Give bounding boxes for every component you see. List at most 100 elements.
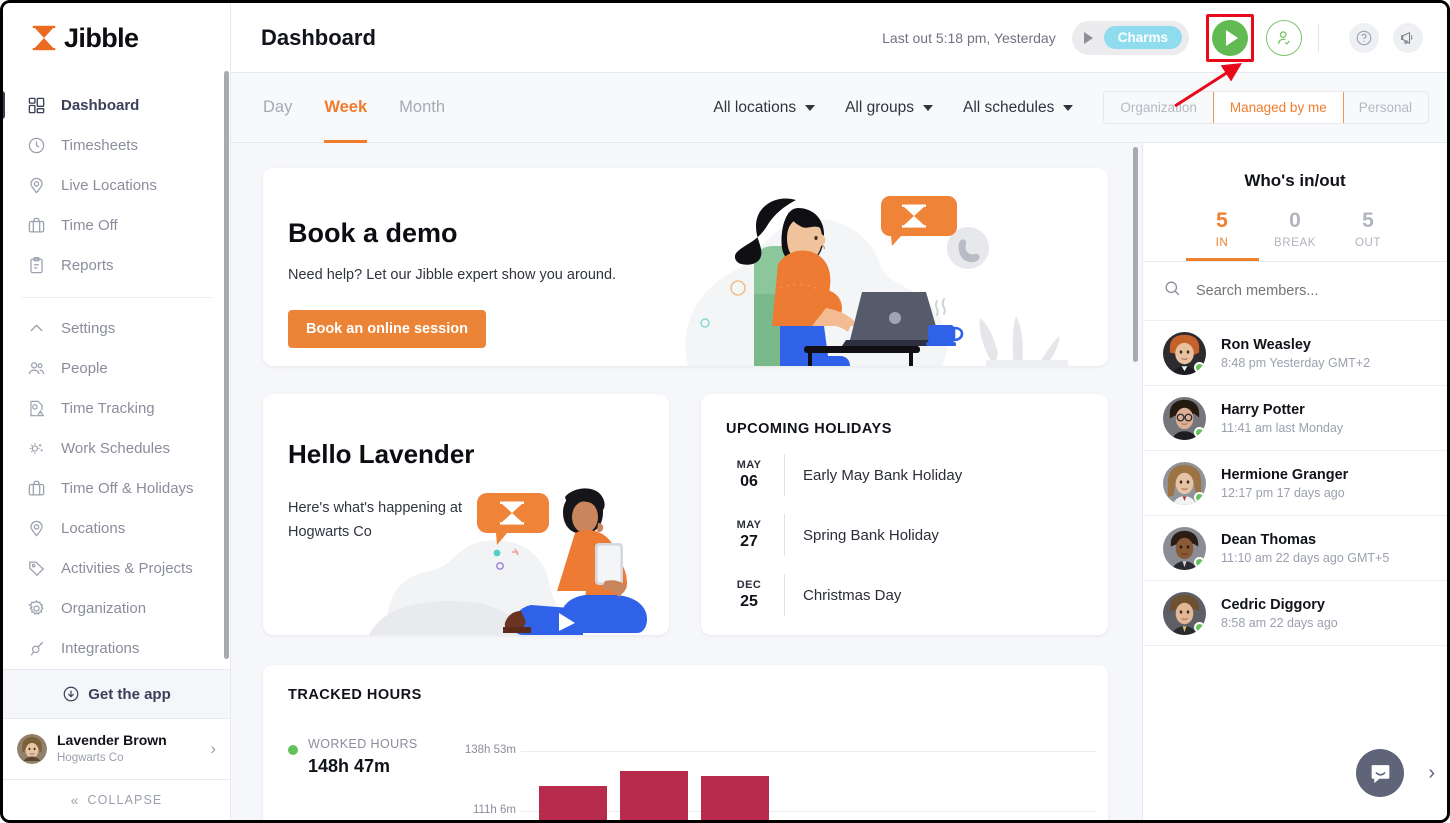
demo-illustration [685, 196, 1068, 366]
schedule-icon [25, 437, 47, 459]
play-icon [1226, 29, 1238, 46]
activity-chip-label: Charms [1103, 26, 1182, 49]
holidays-title: UPCOMING HOLIDAYS [726, 421, 892, 437]
sidebar-item-locations[interactable]: Locations [3, 508, 230, 548]
holiday-name: Early May Bank Holiday [803, 466, 963, 484]
chart-bar[interactable] [620, 771, 688, 820]
whos-in-out-title: Who's in/out [1244, 171, 1346, 190]
sidebar-item-label: Integrations [61, 639, 140, 657]
sidebar-item-reports[interactable]: Reports [3, 245, 230, 285]
main-content: Book a demo Need help? Let our Jibble ex… [231, 143, 1142, 820]
whos-in-out-tabs: 5 IN 0 BREAK 5 OUT [1143, 209, 1447, 261]
user-org: Hogwarts Co [57, 751, 124, 764]
activity-selector[interactable]: Charms [1071, 20, 1189, 55]
holiday-date: DEC 25 [726, 579, 772, 611]
megaphone-icon [1401, 31, 1413, 44]
tracked-hours-card: TRACKED HOURS WORKED HOURS 148h 47m 138h… [263, 665, 1108, 820]
pin-icon [25, 517, 47, 539]
sidebar-item-timesheets[interactable]: Timesheets [3, 125, 230, 165]
panel-expand-chevron-icon[interactable]: › [1428, 762, 1435, 785]
sidebar-scrollbar[interactable] [224, 71, 229, 659]
sidebar-item-people[interactable]: People [3, 348, 230, 388]
collapse-sidebar-button[interactable]: « COLLAPSE [3, 779, 230, 820]
main-scrollbar[interactable] [1133, 147, 1138, 362]
sidebar: Jibble Dashboard Timesheets Live Locatio… [3, 3, 231, 820]
locations-dropdown[interactable]: All locations [713, 99, 816, 117]
app-window: Jibble Dashboard Timesheets Live Locatio… [0, 0, 1450, 823]
sidebar-item-label: Timesheets [61, 136, 138, 154]
member-name: Ron Weasley [1221, 336, 1311, 353]
holiday-row: MAY 06 Early May Bank Holiday [726, 454, 962, 496]
chevron-down-icon [923, 104, 934, 111]
tracked-hours-chart: 138h 53m 111h 6m [446, 725, 1096, 820]
groups-dropdown-label: All groups [845, 98, 915, 116]
sidebar-item-activities-projects[interactable]: Activities & Projects [3, 548, 230, 588]
tracked-hours-legend: WORKED HOURS 148h 47m [288, 737, 418, 777]
scope-managed-by-me[interactable]: Managed by me [1212, 92, 1344, 123]
sidebar-user-profile[interactable]: Lavender Brown Hogwarts Co › [3, 718, 230, 779]
member-time: 8:48 pm Yesterday GMT+2 [1221, 355, 1371, 370]
pin-icon [25, 174, 47, 196]
sidebar-item-work-schedules[interactable]: Work Schedules [3, 428, 230, 468]
gear-icon [25, 597, 47, 619]
list-item[interactable]: Cedric Diggory 8:58 am 22 days ago [1143, 581, 1447, 646]
chart-bar[interactable] [701, 776, 769, 820]
sidebar-item-integrations[interactable]: Integrations [3, 628, 230, 668]
groups-dropdown[interactable]: All groups [845, 98, 934, 117]
tab-in[interactable]: 5 IN [1185, 209, 1259, 261]
tag-icon [25, 557, 47, 579]
tab-month[interactable]: Month [399, 73, 445, 143]
demo-title: Book a demo [288, 218, 458, 248]
holiday-divider [784, 514, 785, 556]
brand-name: Jibble [64, 22, 139, 53]
chevron-double-left-icon: « [70, 792, 80, 808]
scope-organization[interactable]: Organization [1104, 92, 1214, 123]
chevron-down-icon [1063, 104, 1074, 111]
get-the-app-button[interactable]: Get the app [3, 669, 230, 718]
search-input[interactable] [1196, 283, 1416, 299]
sidebar-item-organization[interactable]: Organization [3, 588, 230, 628]
sidebar-item-settings[interactable]: Settings [3, 308, 230, 348]
chat-widget-button[interactable] [1356, 749, 1404, 797]
filter-bar: Day Week Month All locations All groups … [231, 73, 1447, 143]
out-count: 5 [1362, 209, 1374, 232]
book-online-session-button[interactable]: Book an online session [288, 310, 486, 348]
schedules-dropdown[interactable]: All schedules [963, 99, 1074, 117]
sidebar-item-dashboard[interactable]: Dashboard [3, 85, 230, 125]
sidebar-item-time-off[interactable]: Time Off [3, 205, 230, 245]
list-item[interactable]: Ron Weasley 8:48 pm Yesterday GMT+2 [1143, 321, 1447, 386]
sidebar-primary-nav: Dashboard Timesheets Live Locations Time… [3, 73, 230, 285]
tab-week[interactable]: Week [324, 73, 367, 143]
clock-in-play-button[interactable] [1212, 19, 1248, 56]
holiday-divider [784, 454, 785, 496]
page-title: Dashboard [261, 24, 376, 50]
list-item[interactable]: Harry Potter 11:41 am last Monday [1143, 386, 1447, 451]
clock-in-highlight [1206, 13, 1254, 62]
status-dot-in [1194, 621, 1205, 633]
legend-label: WORKED HOURS [308, 737, 418, 751]
sidebar-item-time-off-holidays[interactable]: Time Off & Holidays [3, 468, 230, 508]
last-out-status: Last out 5:18 pm, Yesterday [882, 29, 1056, 46]
member-name: Dean Thomas [1221, 531, 1317, 548]
member-time: 11:10 am 22 days ago GMT+5 [1221, 550, 1390, 565]
avatar [17, 734, 47, 764]
tab-break[interactable]: 0 BREAK [1259, 209, 1332, 261]
list-item[interactable]: Dean Thomas 11:10 am 22 days ago GMT+5 [1143, 516, 1447, 581]
list-item[interactable]: Hermione Granger 12:17 pm 17 days ago [1143, 451, 1447, 516]
sidebar-item-time-tracking[interactable]: Time Tracking [3, 388, 230, 428]
holiday-day: 06 [740, 473, 758, 490]
clock-in-for-others-button[interactable] [1266, 19, 1302, 56]
time-tracking-icon [25, 397, 47, 419]
tab-day[interactable]: Day [263, 73, 292, 143]
sidebar-item-live-locations[interactable]: Live Locations [3, 165, 230, 205]
help-button[interactable] [1349, 22, 1379, 53]
chart-bar[interactable] [539, 786, 607, 820]
brand-logo[interactable]: Jibble [3, 3, 230, 73]
scope-personal[interactable]: Personal [1342, 92, 1428, 123]
status-dot-in [1194, 556, 1205, 568]
legend-dot-icon [288, 745, 298, 755]
sidebar-item-label: Live Locations [61, 176, 157, 194]
announcements-button[interactable] [1393, 22, 1423, 53]
scope-segmented-control: Organization Managed by me Personal [1103, 91, 1429, 124]
tab-out[interactable]: 5 OUT [1332, 209, 1405, 261]
